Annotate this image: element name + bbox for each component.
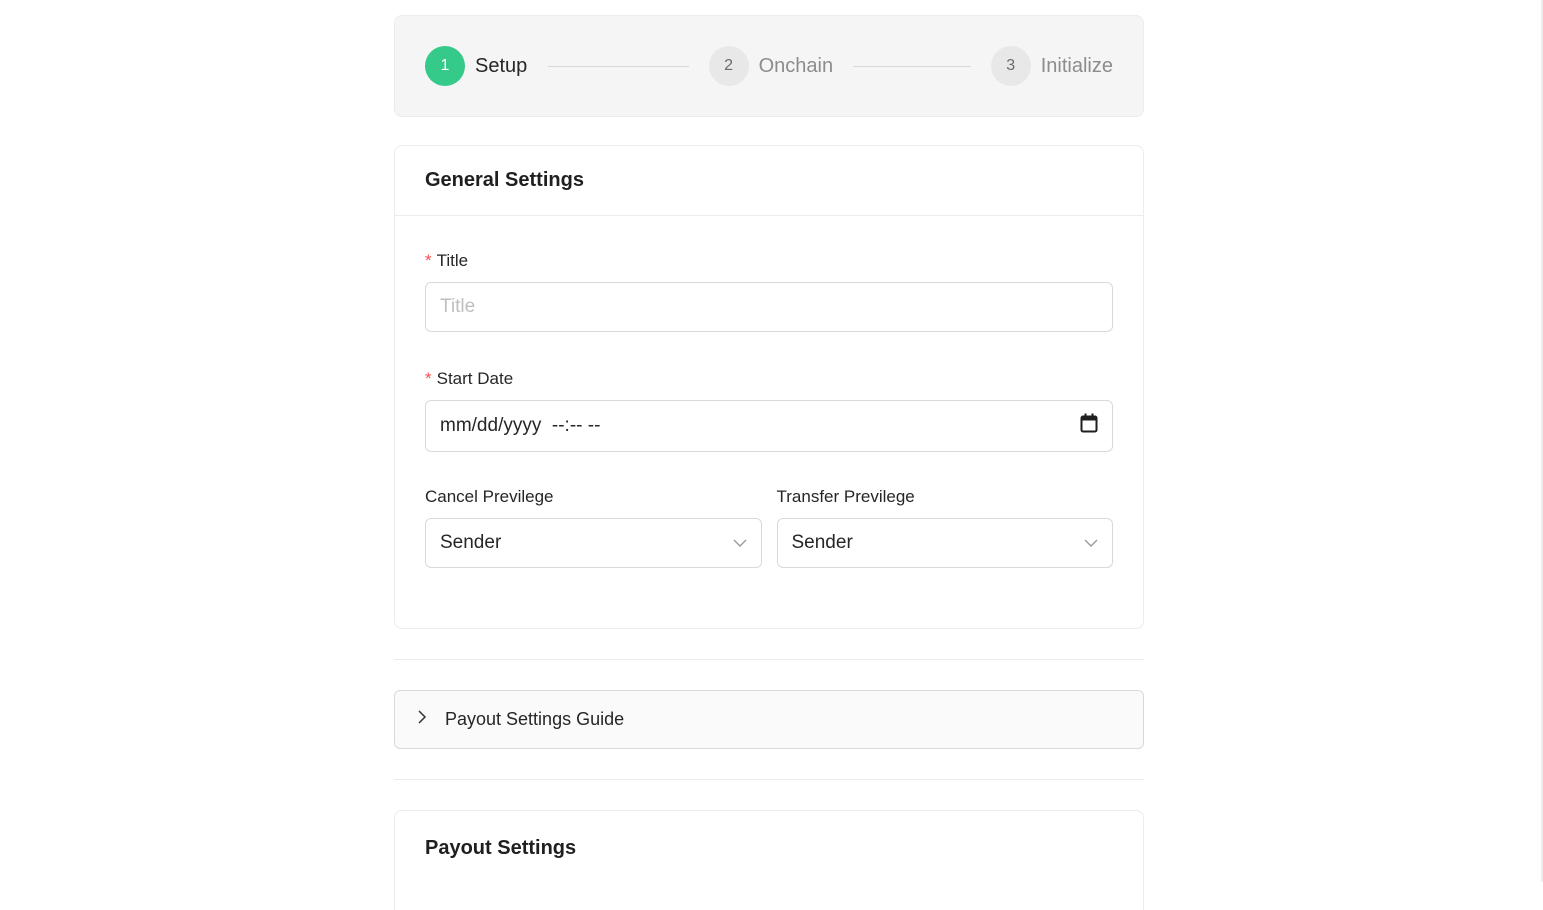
select-value: Sender xyxy=(791,532,853,553)
start-date-value: mm/dd/yyyy --:-- -- xyxy=(440,415,601,436)
step-label: Setup xyxy=(475,54,528,77)
step-label: Initialize xyxy=(1040,54,1113,77)
card-body: * Title Title * Start Date mm/dd/yyyy --:-… xyxy=(395,216,1143,628)
transfer-privilege-select[interactable]: Sender xyxy=(776,518,1113,568)
cancel-privilege-select[interactable]: Sender xyxy=(425,518,762,568)
step-setup[interactable]: 1 Setup xyxy=(425,46,527,86)
calendar-icon[interactable] xyxy=(1080,413,1098,439)
step-number: 3 xyxy=(990,46,1031,86)
card-title: Payout Settings xyxy=(425,836,577,859)
payout-settings-card: Payout Settings xyxy=(394,810,1144,910)
form-container: 1 Setup 2 Onchain 3 Initialize General S… xyxy=(394,15,1144,910)
privilege-row: Cancel Previlege Sender Transfer Previle… xyxy=(425,486,1113,568)
step-label: Onchain xyxy=(758,54,834,77)
cancel-privilege-field: Cancel Previlege Sender xyxy=(425,486,762,568)
divider xyxy=(394,779,1144,780)
chevron-down-icon xyxy=(1084,535,1098,551)
stepper: 1 Setup 2 Onchain 3 Initialize xyxy=(394,15,1144,117)
card-title: General Settings xyxy=(395,146,1143,216)
step-onchain[interactable]: 2 Onchain xyxy=(708,46,834,86)
cancel-privilege-label: Cancel Previlege xyxy=(425,487,554,506)
chevron-right-icon xyxy=(417,710,427,729)
start-date-label: * Start Date xyxy=(425,369,514,388)
select-value: Sender xyxy=(440,532,502,553)
step-connector xyxy=(548,65,689,67)
collapse-label: Payout Settings Guide xyxy=(445,709,625,729)
divider xyxy=(394,659,1144,660)
required-marker: * xyxy=(425,369,432,388)
general-settings-card: General Settings * Title Title * Start Dat… xyxy=(394,145,1144,629)
step-initialize[interactable]: 3 Initialize xyxy=(990,46,1113,86)
title-input[interactable]: Title xyxy=(425,282,1113,332)
step-number: 2 xyxy=(708,46,749,86)
payout-guide-collapse[interactable]: Payout Settings Guide xyxy=(394,690,1144,749)
title-placeholder: Title xyxy=(440,296,476,317)
start-date-input[interactable]: mm/dd/yyyy --:-- -- xyxy=(425,400,1113,452)
title-label: * Title xyxy=(425,251,469,270)
transfer-privilege-label: Transfer Previlege xyxy=(776,487,915,506)
chevron-down-icon xyxy=(733,535,747,551)
step-connector xyxy=(853,65,971,67)
required-marker: * xyxy=(425,251,432,270)
transfer-privilege-field: Transfer Previlege Sender xyxy=(776,486,1113,568)
step-number: 1 xyxy=(425,46,465,86)
